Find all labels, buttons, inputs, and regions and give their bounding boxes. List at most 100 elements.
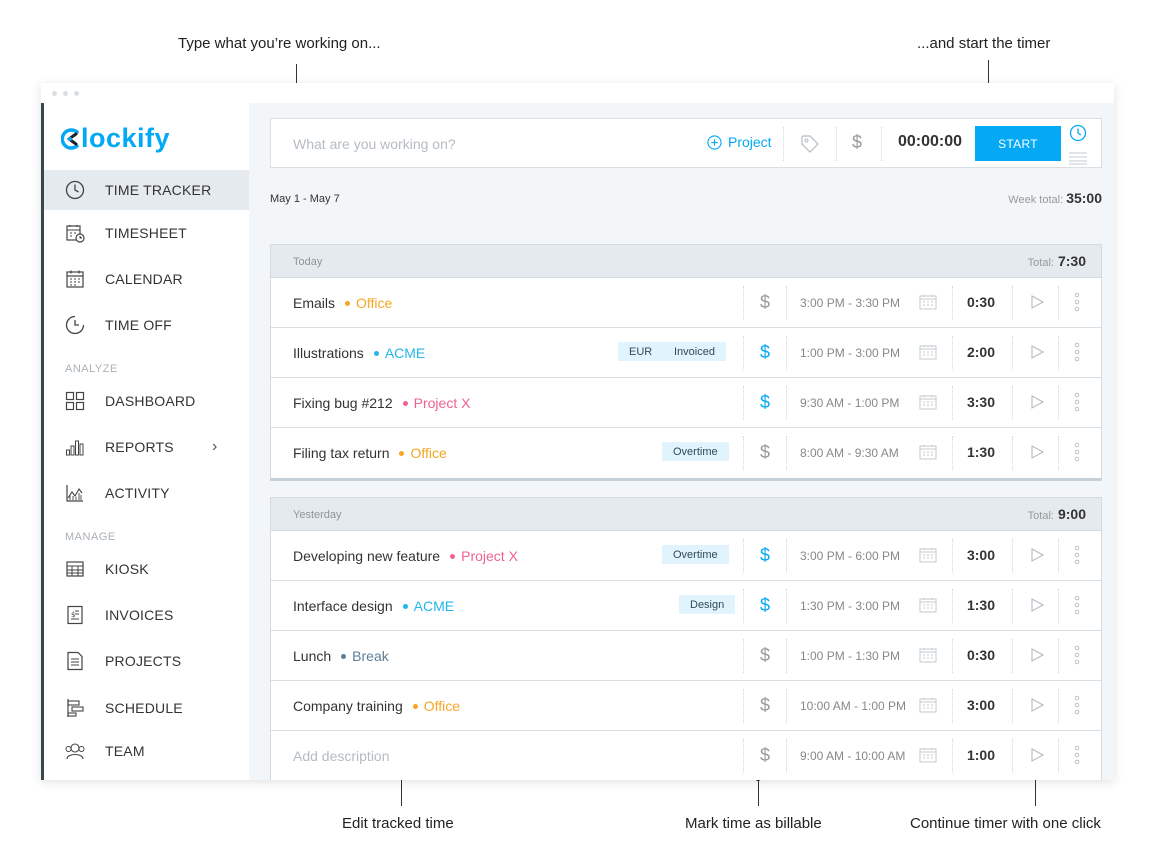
calendar-icon[interactable] [919, 597, 937, 618]
tag-icon[interactable] [800, 134, 820, 154]
entry-project[interactable]: Office [410, 445, 446, 461]
more-vertical-icon[interactable] [1074, 442, 1080, 467]
entry-project[interactable]: Office [424, 698, 460, 714]
window-dot[interactable] [74, 91, 79, 96]
time-entry-row[interactable]: Fixing bug #212 Project X $9:30 AM - 1:00 … [271, 378, 1101, 428]
more-vertical-icon[interactable] [1074, 292, 1080, 317]
entry-description[interactable]: Developing new feature Project X [293, 548, 518, 564]
sidebar-item-projects[interactable]: PROJECTS [44, 641, 249, 681]
calendar-icon[interactable] [919, 747, 937, 768]
entry-tag[interactable]: Design [679, 595, 736, 614]
billable-dollar-icon[interactable]: $ [760, 595, 770, 616]
entry-duration[interactable]: 1:30 [951, 597, 1011, 613]
time-entry-row[interactable]: Add description $9:00 AM - 10:00 AM 1:00 [271, 731, 1101, 780]
time-entry-row[interactable]: Interface design ACME Design $1:30 PM - 3:0… [271, 581, 1101, 631]
more-vertical-icon[interactable] [1074, 645, 1080, 670]
sidebar-item-team[interactable]: TEAM [44, 731, 249, 771]
billable-dollar-icon[interactable]: $ [760, 442, 770, 463]
entry-duration[interactable]: 0:30 [951, 647, 1011, 663]
entry-tag[interactable]: Invoiced [663, 342, 726, 361]
entry-project[interactable]: Project X [414, 395, 471, 411]
description-input[interactable]: What are you working on? [293, 136, 456, 152]
play-icon[interactable] [1029, 697, 1045, 718]
calendar-icon[interactable] [919, 697, 937, 718]
more-vertical-icon[interactable] [1074, 342, 1080, 367]
entry-project[interactable]: Break [352, 648, 389, 664]
sidebar-item-schedule[interactable]: SCHEDULE [44, 688, 249, 728]
more-vertical-icon[interactable] [1074, 392, 1080, 417]
more-vertical-icon[interactable] [1074, 695, 1080, 720]
play-icon[interactable] [1029, 444, 1045, 465]
project-picker[interactable]: Project [707, 134, 772, 150]
billable-dollar-icon[interactable]: $ [760, 292, 770, 313]
billable-dollar-icon[interactable]: $ [760, 392, 770, 413]
entry-description[interactable]: Fixing bug #212 Project X [293, 395, 470, 411]
play-icon[interactable] [1029, 394, 1045, 415]
sidebar-item-reports[interactable]: REPORTS › [44, 427, 249, 467]
play-icon[interactable] [1029, 294, 1045, 315]
billable-dollar-icon[interactable]: $ [760, 745, 770, 766]
more-vertical-icon[interactable] [1074, 545, 1080, 570]
entry-time-range[interactable]: 1:00 PM - 3:00 PM [800, 346, 900, 360]
window-dot[interactable] [52, 91, 57, 96]
billable-dollar-icon[interactable]: $ [760, 342, 770, 363]
entry-time-range[interactable]: 1:00 PM - 1:30 PM [800, 649, 900, 663]
entry-time-range[interactable]: 9:30 AM - 1:00 PM [800, 396, 899, 410]
sidebar-item-time-tracker[interactable]: TIME TRACKER [44, 170, 249, 210]
time-entry-row[interactable]: Developing new feature Project X Overtime $… [271, 531, 1101, 581]
calendar-icon[interactable] [919, 647, 937, 668]
entry-time-range[interactable]: 10:00 AM - 1:00 PM [800, 699, 906, 713]
entry-duration[interactable]: 3:30 [951, 394, 1011, 410]
entry-duration[interactable]: 1:00 [951, 747, 1011, 763]
play-icon[interactable] [1029, 597, 1045, 618]
calendar-icon[interactable] [919, 294, 937, 315]
entry-description[interactable]: Interface design ACME [293, 598, 454, 614]
billable-dollar-icon[interactable]: $ [760, 645, 770, 666]
entry-duration[interactable]: 0:30 [951, 294, 1011, 310]
entry-project[interactable]: Office [356, 295, 392, 311]
entry-duration[interactable]: 3:00 [951, 547, 1011, 563]
billable-dollar-icon[interactable]: $ [760, 695, 770, 716]
sidebar-item-dashboard[interactable]: DASHBOARD [44, 381, 249, 421]
play-icon[interactable] [1029, 747, 1045, 768]
play-icon[interactable] [1029, 547, 1045, 568]
sidebar-item-calendar[interactable]: CALENDAR [44, 259, 249, 299]
entry-time-range[interactable]: 9:00 AM - 10:00 AM [800, 749, 905, 763]
sidebar-item-time-off[interactable]: TIME OFF [44, 305, 249, 345]
entry-tag[interactable]: Overtime [662, 442, 729, 461]
entry-project[interactable]: Project X [461, 548, 518, 564]
entry-description[interactable]: Emails Office [293, 295, 392, 311]
time-entry-row[interactable]: Illustrations ACME EUR Invoiced $1:00 PM - 3… [271, 328, 1101, 378]
entry-description[interactable]: Add description [293, 748, 390, 764]
entry-project[interactable]: ACME [385, 345, 425, 361]
start-button[interactable]: START [975, 126, 1061, 161]
sidebar-item-timesheet[interactable]: TIMESHEET [44, 213, 249, 253]
calendar-icon[interactable] [919, 394, 937, 415]
more-vertical-icon[interactable] [1074, 595, 1080, 620]
time-entry-row[interactable]: Filing tax return Office Overtime $8:00 AM … [271, 428, 1101, 478]
time-entry-row[interactable]: Company training Office $10:00 AM - 1:00 P… [271, 681, 1101, 731]
billable-dollar-icon[interactable]: $ [852, 132, 862, 153]
calendar-icon[interactable] [919, 344, 937, 365]
entry-duration[interactable]: 2:00 [951, 344, 1011, 360]
billable-dollar-icon[interactable]: $ [760, 545, 770, 566]
chevron-right-icon[interactable]: › [212, 438, 217, 456]
play-icon[interactable] [1029, 647, 1045, 668]
clockify-logo[interactable]: lockify [60, 123, 170, 154]
entry-time-range[interactable]: 3:00 PM - 6:00 PM [800, 549, 900, 563]
play-icon[interactable] [1029, 344, 1045, 365]
more-vertical-icon[interactable] [1074, 745, 1080, 770]
entry-description[interactable]: Filing tax return Office [293, 445, 447, 461]
entry-duration[interactable]: 3:00 [951, 697, 1011, 713]
sidebar-item-activity[interactable]: ACTIVITY [44, 473, 249, 513]
time-entry-row[interactable]: Emails Office $3:00 PM - 3:30 PM 0:30 [271, 278, 1101, 328]
time-entry-row[interactable]: Lunch Break $1:00 PM - 1:30 PM 0:30 [271, 631, 1101, 681]
timer-mode-toggle[interactable] [1068, 124, 1090, 165]
calendar-icon[interactable] [919, 547, 937, 568]
entry-tag[interactable]: Overtime [662, 545, 729, 564]
entry-time-range[interactable]: 3:00 PM - 3:30 PM [800, 296, 900, 310]
entry-duration[interactable]: 1:30 [951, 444, 1011, 460]
entry-description[interactable]: Lunch Break [293, 648, 389, 664]
entry-time-range[interactable]: 1:30 PM - 3:00 PM [800, 599, 900, 613]
sidebar-item-invoices[interactable]: $ INVOICES [44, 595, 249, 635]
